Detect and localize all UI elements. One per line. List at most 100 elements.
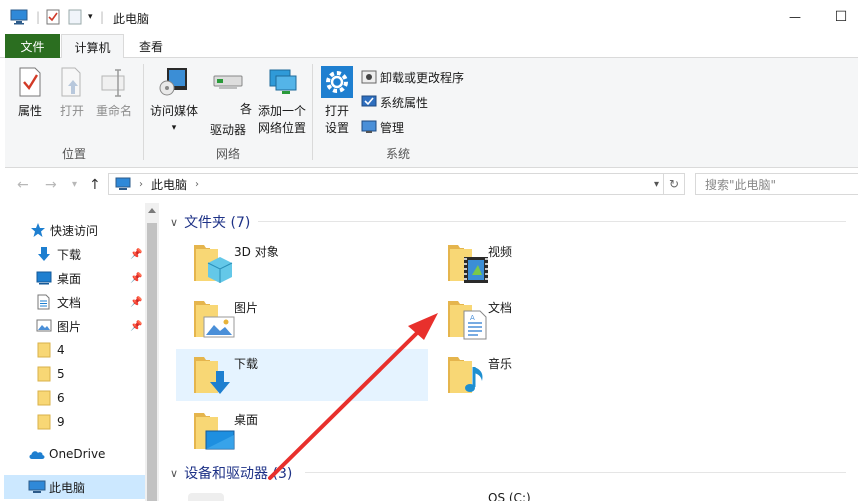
nav-item-label: 图片 xyxy=(57,319,82,334)
address-computer-icon xyxy=(115,177,131,190)
minimize-button[interactable]: — xyxy=(783,6,807,28)
tab-file[interactable]: 文件 xyxy=(5,34,60,58)
add-network-location-button[interactable]: 添加一个 网络位置 xyxy=(252,66,312,137)
nav-item-this-pc[interactable]: 此电脑 xyxy=(4,475,145,499)
tab-view[interactable]: 查看 xyxy=(128,34,174,59)
open-button[interactable]: 打开 xyxy=(55,66,89,120)
nav-item-pictures[interactable]: 图片 📌 xyxy=(0,314,145,338)
nav-item-folder-9[interactable]: 9 xyxy=(0,410,145,434)
folder-name: 文档 xyxy=(488,301,513,315)
nav-pane-scrollbar[interactable] xyxy=(145,203,159,501)
map-drive-label: 驱动器 xyxy=(209,123,246,137)
access-media-button[interactable]: 访问媒体 ▾ xyxy=(146,66,202,137)
pin-icon[interactable]: 📌 xyxy=(130,297,142,308)
title-bar: | ▾ | 此电脑 — ☐ xyxy=(0,0,858,34)
nav-quick-access[interactable]: 快速访问 xyxy=(0,218,145,242)
system-properties-button[interactable]: 系统属性 xyxy=(361,92,428,112)
network-location-icon xyxy=(269,69,297,94)
folder-tile-3d-objects[interactable]: 3D 对象 xyxy=(176,237,428,289)
folder-name: 视频 xyxy=(488,245,513,259)
folder-tile-desktop[interactable]: 桌面 xyxy=(176,405,428,457)
nav-item-desktop[interactable]: 桌面 📌 xyxy=(0,266,145,290)
search-input[interactable]: 搜索"此电脑" xyxy=(695,173,858,195)
section-collapse-chevron-icon[interactable]: ∨ xyxy=(170,467,178,480)
ribbon-group-system: 打开 设置 卸载或更改程序 系统属性 管理 系统 xyxy=(313,58,483,168)
open-settings-label-1: 打开 xyxy=(324,104,349,118)
group-label-system: 系统 xyxy=(385,147,410,161)
forward-arrow-icon[interactable]: → xyxy=(45,177,57,193)
pin-icon[interactable]: 📌 xyxy=(130,249,142,260)
map-network-drive-button[interactable]: 各 驱动器 xyxy=(204,66,252,139)
access-media-label: 访问媒体 xyxy=(149,104,198,118)
rename-icon xyxy=(101,69,125,97)
section-divider xyxy=(305,472,846,473)
section-devices-header: 设备和驱动器 (3) xyxy=(184,466,293,482)
folder-tile-downloads[interactable]: 下载 xyxy=(176,349,428,401)
open-settings-button[interactable]: 打开 设置 xyxy=(319,66,355,137)
refresh-button[interactable]: ↻ xyxy=(664,173,685,195)
ribbon-group-network: 访问媒体 ▾ 各 驱动器 添加一个 网络位置 网络 xyxy=(144,58,312,168)
uninstall-program-button[interactable]: 卸载或更改程序 xyxy=(361,67,464,87)
folder-tile-videos[interactable]: 视频 xyxy=(430,237,682,289)
section-folders-header: 文件夹 (7) xyxy=(184,215,251,231)
open-label: 打开 xyxy=(59,104,84,118)
nav-item-folder-4[interactable]: 4 xyxy=(0,338,145,362)
nav-item-documents[interactable]: 文档 📌 xyxy=(0,290,145,314)
recent-locations-chevron-icon[interactable]: ▾ xyxy=(72,179,77,190)
tab-computer[interactable]: 计算机 xyxy=(61,34,124,59)
section-divider xyxy=(258,221,846,222)
map-drive-char: 各 xyxy=(240,102,253,116)
properties-quick-icon[interactable] xyxy=(46,8,60,26)
nav-item-label: 下载 xyxy=(57,247,82,262)
manage-label: 管理 xyxy=(380,120,405,135)
nav-item-folder-5[interactable]: 5 xyxy=(0,362,145,386)
properties-button[interactable]: 属性 xyxy=(13,66,47,120)
section-devices[interactable]: ∨ 设备和驱动器 (3) xyxy=(170,463,846,483)
breadcrumb-this-pc[interactable]: 此电脑 xyxy=(151,176,187,193)
download-arrow-icon xyxy=(38,247,50,261)
maximize-button[interactable]: ☐ xyxy=(829,6,853,28)
system-properties-icon xyxy=(361,95,377,107)
new-folder-quick-icon[interactable] xyxy=(68,8,82,26)
folder-tile-music[interactable]: 音乐 xyxy=(430,349,682,401)
breadcrumb-chevron-icon[interactable]: › xyxy=(139,179,143,190)
nav-item-folder-6[interactable]: 6 xyxy=(0,386,145,410)
dropdown-chevron-icon: ▾ xyxy=(171,123,177,133)
rename-button[interactable]: 重命名 xyxy=(93,66,135,120)
folder-tile-pictures[interactable]: 图片 xyxy=(176,293,428,345)
nav-item-onedrive[interactable]: OneDrive xyxy=(0,442,145,466)
network-drive-icon xyxy=(213,75,243,89)
folder-name: 下载 xyxy=(234,357,259,371)
folder-name: 图片 xyxy=(234,301,259,315)
scroll-up-arrow-icon[interactable] xyxy=(148,208,156,213)
address-dropdown-icon[interactable]: ▾ xyxy=(654,179,659,190)
nav-item-downloads[interactable]: 下载 📌 xyxy=(0,242,145,266)
scrollbar-thumb[interactable] xyxy=(147,223,157,501)
drive-tile-os-c[interactable]: OS (C:) xyxy=(430,487,682,501)
up-arrow-icon[interactable]: ↑ xyxy=(89,177,101,193)
nav-item-label: 文档 xyxy=(57,295,82,310)
folder-pictures-icon xyxy=(194,301,235,338)
section-folders[interactable]: ∨ 文件夹 (7) xyxy=(170,212,846,232)
properties-icon xyxy=(19,67,41,97)
pin-icon[interactable]: 📌 xyxy=(130,273,142,284)
address-bar[interactable]: › 此电脑 › ▾ xyxy=(108,173,664,195)
folder-music-icon xyxy=(448,357,483,393)
pin-icon[interactable]: 📌 xyxy=(130,321,142,332)
svg-text:A: A xyxy=(470,314,475,322)
folder-tile-documents[interactable]: A 文档 xyxy=(430,293,682,345)
rename-label: 重命名 xyxy=(95,104,132,118)
breadcrumb-chevron-icon[interactable]: › xyxy=(195,179,199,190)
customize-quick-access-icon[interactable]: ▾ xyxy=(88,8,93,26)
nav-item-label: 5 xyxy=(57,367,65,381)
nav-item-label: 4 xyxy=(57,343,65,357)
navigation-bar: ← → ▾ ↑ › 此电脑 › ▾ ↻ 搜索"此电脑" xyxy=(0,168,858,200)
section-collapse-chevron-icon[interactable]: ∨ xyxy=(170,216,178,229)
refresh-icon: ↻ xyxy=(668,177,680,191)
back-arrow-icon[interactable]: ← xyxy=(17,177,29,193)
computer-icon[interactable] xyxy=(10,8,28,26)
manage-button[interactable]: 管理 xyxy=(361,117,404,137)
folder-icon xyxy=(37,366,51,382)
nav-quick-access-label: 快速访问 xyxy=(50,223,99,238)
manage-icon xyxy=(361,120,377,133)
